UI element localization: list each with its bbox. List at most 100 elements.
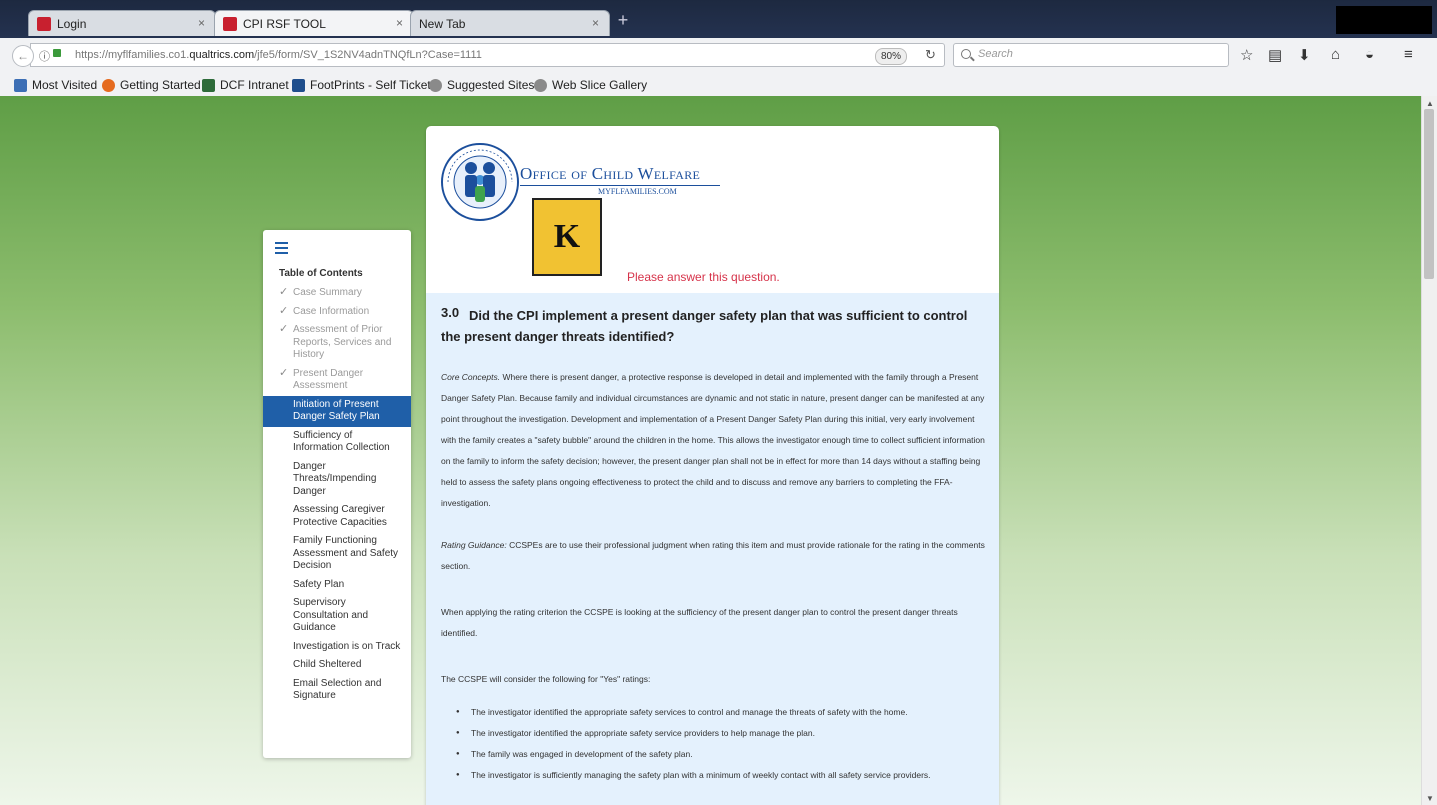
k-badge: K	[532, 198, 602, 276]
toc-item-label: Child Sheltered	[293, 659, 362, 670]
hamburger-menu-icon[interactable]	[275, 242, 288, 257]
tab-title: CPI RSF TOOL	[243, 16, 326, 31]
bookmark-folder-icon	[14, 78, 27, 92]
toc-item-label: Danger Threats/Impending Danger	[293, 460, 377, 497]
search-placeholder: Search	[978, 48, 1013, 60]
toc-item-label: Case Information	[293, 305, 370, 317]
scroll-down-arrow-icon[interactable]: ▼	[1426, 794, 1434, 803]
org-website: MYFLFAMILIES.COM	[598, 187, 677, 196]
firefox-icon	[102, 78, 115, 92]
toc-item-label: Safety Plan	[293, 578, 345, 590]
list-item: The investigator is sufficiently managin…	[456, 765, 976, 786]
rating-guidance-text: CCSPEs are to use their professional jud…	[441, 540, 985, 571]
bookmark-dcf-intranet[interactable]: DCF Intranet	[202, 78, 289, 92]
toc-item-label: Case Summary	[293, 287, 362, 298]
page-scrollbar[interactable]: ▲ ▼	[1421, 96, 1437, 805]
toc-item[interactable]: Initiation of Present Danger Safety Plan	[263, 395, 411, 427]
core-concepts-text: Where there is present danger, a protect…	[441, 372, 985, 508]
rating-guidance-paragraph: Rating Guidance: CCSPEs are to use their…	[441, 535, 987, 577]
core-concepts-label: Core Concepts.	[441, 372, 501, 382]
scrollbar-thumb[interactable]	[1424, 109, 1434, 279]
tab-new-tab[interactable]: New Tab ×	[410, 10, 610, 36]
toc-list: ✓ Case Summary ✓ Case Information ✓ Assessmen…	[263, 284, 411, 706]
bookmark-label: Most Visited	[32, 78, 98, 92]
toc-item[interactable]: ✓ Case Summary	[263, 284, 411, 303]
toc-item[interactable]: Supervisory Consultation and Guidance	[263, 594, 411, 638]
bookmark-suggested-sites[interactable]: Suggested Sites	[429, 78, 534, 92]
bookmark-getting-started[interactable]: Getting Started	[102, 78, 201, 92]
close-icon[interactable]: ×	[198, 16, 205, 30]
toc-item[interactable]: Family Functioning Assessment and Safety…	[263, 532, 411, 576]
criterion-paragraph: When applying the rating criterion the C…	[441, 607, 958, 638]
star-icon[interactable]: ☆	[1240, 46, 1253, 64]
toc-item-label: Family Functioning Assessment and Safety…	[293, 535, 399, 571]
back-button[interactable]: ←	[12, 45, 34, 67]
lock-icon[interactable]	[53, 49, 61, 57]
toc-item[interactable]: ✓ Present Danger Assessment	[263, 365, 411, 396]
toc-item-label: Supervisory Consultation and Guidance	[293, 597, 369, 633]
yes-criteria-list: The investigator identified the appropri…	[456, 702, 976, 786]
home-icon[interactable]: ⌂	[1331, 46, 1340, 63]
checkmark-icon: ✓	[279, 286, 289, 298]
bookmark-most-visited[interactable]: Most Visited	[14, 78, 97, 92]
reading-list-icon[interactable]: ▤	[1268, 46, 1282, 64]
dcf-seal-logo	[441, 143, 519, 221]
new-tab-button[interactable]: +	[612, 10, 634, 32]
yes-ratings-intro: The CCSPE will consider the following fo…	[441, 674, 651, 684]
dcf-icon	[202, 78, 215, 92]
close-icon[interactable]: ×	[396, 16, 403, 30]
checkmark-icon: ✓	[279, 323, 289, 335]
tab-title: Login	[57, 16, 87, 31]
checkmark-icon: ✓	[279, 366, 289, 379]
tab-login[interactable]: Login ×	[28, 10, 216, 36]
url-bar[interactable]: ⓘ https://myflfamilies.co1.qualtrics.com…	[30, 43, 945, 67]
list-item: The family was engaged in development of…	[456, 744, 976, 765]
toc-item[interactable]: Safety Plan	[263, 576, 411, 595]
menu-icon[interactable]: ≡	[1404, 46, 1413, 63]
bookmark-web-slice-gallery[interactable]: Web Slice Gallery	[534, 78, 647, 92]
toc-item-label: Initiation of Present Danger Safety Plan	[293, 398, 380, 423]
toc-item-label: Assessing Caregiver Protective Capacitie…	[293, 504, 387, 528]
search-icon	[961, 49, 971, 59]
close-icon[interactable]: ×	[592, 16, 599, 30]
list-item: The investigator identified the appropri…	[456, 723, 976, 744]
toc-item[interactable]: ✓ Case Information	[263, 303, 411, 322]
toc-title: Table of Contents	[279, 268, 363, 279]
browser-tab-bar: Login × CPI RSF TOOL × New Tab × +	[0, 0, 1437, 38]
toc-item-label: Email Selection and Signature	[293, 677, 382, 702]
reload-icon[interactable]: ↻	[925, 47, 936, 63]
question-text: Did the CPI implement a present danger s…	[441, 308, 968, 344]
toc-item[interactable]: Email Selection and Signature	[263, 675, 411, 706]
toc-item[interactable]: Sufficiency of Information Collection	[263, 427, 411, 458]
rating-guidance-label: Rating Guidance:	[441, 540, 507, 550]
bookmark-label: Web Slice Gallery	[552, 78, 648, 92]
validation-message: Please answer this question.	[627, 270, 780, 284]
tab-favicon	[223, 16, 237, 31]
globe-icon	[429, 78, 442, 92]
search-bar[interactable]: Search	[953, 43, 1229, 67]
url-text[interactable]: https://myflfamilies.co1.qualtrics.com/j…	[75, 49, 482, 61]
pocket-icon[interactable]: ◒	[1365, 46, 1374, 63]
toc-item-label: Assessment of Prior Reports, Services an…	[293, 324, 392, 360]
survey-card: Office of Child Welfare MYFLFAMILIES.COM…	[426, 126, 999, 805]
window-controls-redacted	[1336, 6, 1432, 34]
download-icon[interactable]: ⬇	[1298, 46, 1311, 64]
toc-item-label: Investigation is on Track	[293, 640, 401, 652]
bookmark-label: DCF Intranet	[220, 78, 289, 92]
toc-item[interactable]: Investigation is on Track	[263, 638, 411, 657]
scroll-up-arrow-icon[interactable]: ▲	[1426, 99, 1434, 108]
toc-item[interactable]: Danger Threats/Impending Danger	[263, 458, 411, 502]
bookmark-label: Getting Started	[120, 78, 201, 92]
toc-item[interactable]: Assessing Caregiver Protective Capacitie…	[263, 501, 411, 532]
globe-icon	[534, 78, 547, 92]
zoom-level-badge[interactable]: 80%	[875, 48, 907, 65]
table-of-contents: Table of Contents ✓ Case Summary ✓ Case Inf…	[263, 230, 411, 758]
tab-cpi-rsf-tool[interactable]: CPI RSF TOOL ×	[214, 10, 414, 36]
bookmarks-bar: Most Visited Getting Started DCF Intrane…	[0, 74, 1437, 97]
toc-item[interactable]: ✓ Assessment of Prior Reports, Services a…	[263, 321, 411, 365]
question-block: 3.0 Did the CPI implement a present dang…	[426, 293, 999, 805]
info-icon[interactable]: ⓘ	[39, 48, 50, 64]
toc-item[interactable]: Child Sheltered	[263, 656, 411, 675]
bookmark-footprints[interactable]: FootPrints - Self Ticket	[292, 78, 431, 92]
bookmark-label: Suggested Sites	[447, 78, 535, 92]
